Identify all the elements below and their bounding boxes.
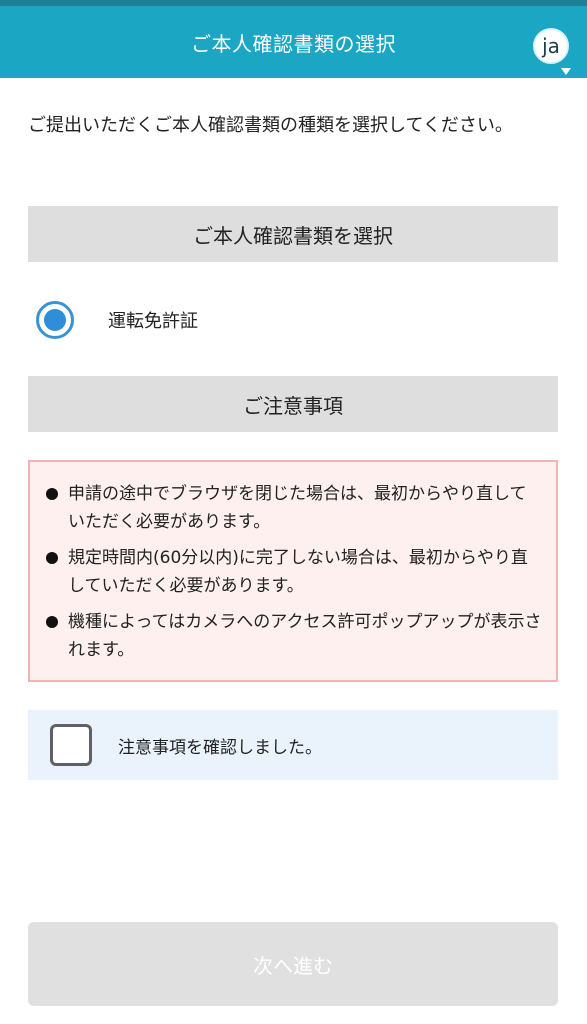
note-text: 申請の途中でブラウザを閉じた場合は、最初からやり直していただく必要があります。 xyxy=(68,484,527,532)
confirmation-label[interactable]: 注意事項を確認しました。 xyxy=(118,733,322,758)
language-label: ja xyxy=(542,34,560,58)
note-text: 機種によってはカメラへのアクセス許可ポップアップが表示されます。 xyxy=(68,612,542,660)
language-selector-button[interactable]: ja xyxy=(533,28,569,64)
note-item: 機種によってはカメラへのアクセス許可ポップアップが表示されます。 xyxy=(46,608,542,664)
bullet-icon xyxy=(46,488,58,500)
bullet-icon xyxy=(46,616,58,628)
note-text: 規定時間内(60分以内)に完了しない場合は、最初からやり直していただく必要があり… xyxy=(68,548,528,596)
bullet-icon xyxy=(46,552,58,564)
checkbox-unchecked-icon[interactable] xyxy=(50,724,92,766)
document-section-heading-label: ご本人確認書類を選択 xyxy=(193,223,393,248)
radio-dot xyxy=(44,309,66,331)
note-item: 申請の途中でブラウザを閉じた場合は、最初からやり直していただく必要があります。 xyxy=(46,480,542,536)
chevron-down-icon xyxy=(561,68,571,75)
document-section-heading: ご本人確認書類を選択 xyxy=(28,206,558,262)
next-button-label: 次へ進む xyxy=(253,953,333,978)
notes-section-heading-label: ご注意事項 xyxy=(243,393,343,418)
notes-box: 申請の途中でブラウザを閉じた場合は、最初からやり直していただく必要があります。 … xyxy=(28,460,558,682)
note-item: 規定時間内(60分以内)に完了しない場合は、最初からやり直していただく必要があり… xyxy=(46,544,542,600)
confirmation-row[interactable]: 注意事項を確認しました。 xyxy=(28,710,558,780)
intro-text: ご提出いただくご本人確認書類の種類を選択してください。 xyxy=(28,115,513,136)
notes-section-heading: ご注意事項 xyxy=(28,376,558,432)
page-title: ご本人確認書類の選択 xyxy=(191,31,396,56)
radio-selected-icon[interactable] xyxy=(36,301,74,339)
next-button[interactable]: 次へ進む xyxy=(28,922,558,1006)
document-option-drivers-license[interactable]: 運転免許証 xyxy=(36,298,198,342)
document-option-label[interactable]: 運転免許証 xyxy=(108,307,198,333)
app-header: ご本人確認書類の選択 ja xyxy=(0,6,587,78)
